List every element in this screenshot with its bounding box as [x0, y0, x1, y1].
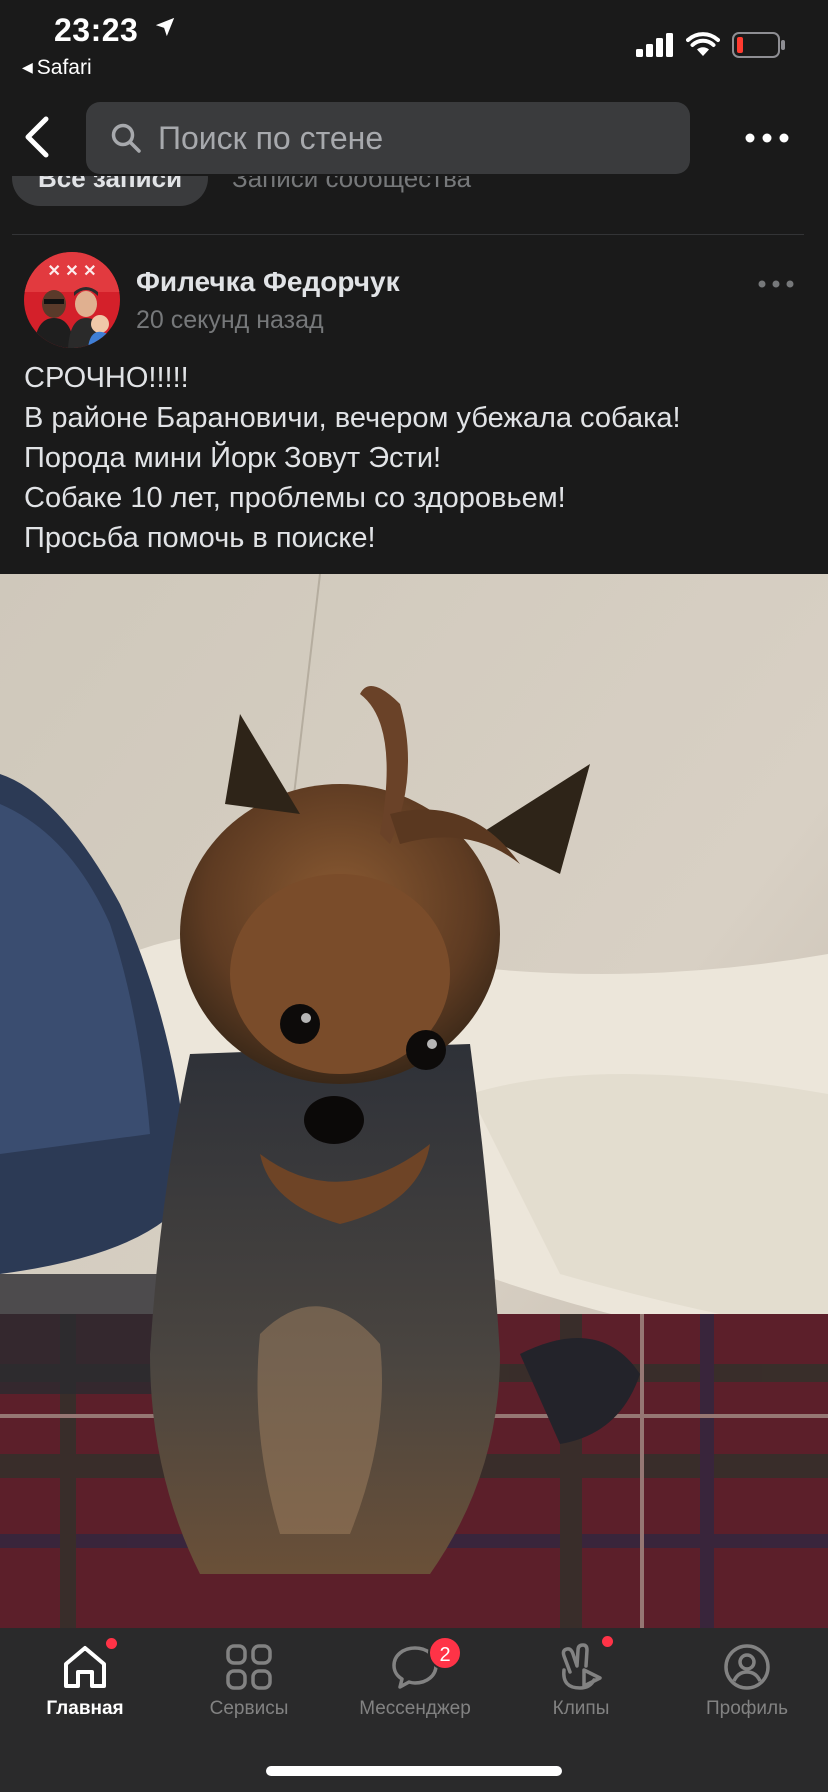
avatar-photo: ✕ ✕ ✕: [24, 252, 120, 348]
author-avatar[interactable]: ✕ ✕ ✕: [24, 252, 120, 348]
post-author-name[interactable]: Филечка Федорчук: [136, 266, 400, 298]
tab-profile[interactable]: Профиль: [664, 1628, 828, 1748]
back-app-label: Safari: [36, 56, 92, 79]
wall-search-box[interactable]: [86, 102, 690, 174]
clips-notification-dot: [602, 1636, 613, 1647]
clock: 23:23: [54, 12, 139, 48]
yorkshire-terrier-photo: [0, 574, 828, 1628]
location-arrow-icon: [155, 17, 175, 37]
back-chevron-icon[interactable]: [18, 114, 58, 160]
post-text-line: СРОЧНО!!!!!: [24, 362, 189, 394]
tab-home-label: Главная: [46, 1698, 124, 1719]
post-text-line: В районе Барановичи, вечером убежала соб…: [24, 402, 681, 434]
tab-services-label: Сервисы: [209, 1698, 289, 1719]
wifi-icon: [686, 32, 720, 56]
tab-home[interactable]: Главная: [2, 1628, 168, 1748]
post-timestamp: 20 секунд назад: [136, 306, 324, 334]
more-options-icon[interactable]: [742, 126, 792, 150]
post-menu-icon[interactable]: [756, 276, 796, 292]
profile-icon: [724, 1644, 770, 1690]
post-text-line: Просьба помочь в поиске!: [24, 522, 376, 554]
post-photo[interactable]: [0, 574, 828, 1628]
filter-community-posts[interactable]: Записи сообщества: [232, 176, 471, 206]
back-triangle-icon: ◀: [22, 59, 33, 75]
tab-services[interactable]: Сервисы: [166, 1628, 332, 1748]
back-to-safari-link[interactable]: ◀ Safari: [22, 56, 92, 80]
home-icon: [64, 1646, 106, 1688]
messenger-unread-badge: 2: [428, 1636, 462, 1670]
tab-messenger-label: Мессенджер: [359, 1698, 471, 1719]
wall-filter-chips: Все записи Записи сообщества: [0, 176, 828, 220]
status-bar: 23:23 ◀ Safari: [0, 0, 828, 84]
services-icon: [226, 1644, 272, 1690]
tab-profile-label: Профиль: [705, 1698, 789, 1719]
home-notification-dot: [106, 1638, 117, 1649]
clips-icon: [561, 1643, 602, 1690]
battery-low-icon: [732, 32, 785, 58]
home-indicator[interactable]: [266, 1766, 562, 1776]
post-text-line: Собаке 10 лет, проблемы со здоровьем!: [24, 482, 566, 514]
post-text: СРОЧНО!!!!! В районе Барановичи, вечером…: [24, 358, 814, 558]
wall-search-input[interactable]: [158, 102, 658, 174]
cellular-signal-icon: [636, 33, 673, 57]
svg-text:✕ ✕ ✕: ✕ ✕ ✕: [47, 263, 96, 280]
tab-messenger[interactable]: 2 Мессенджер: [332, 1628, 498, 1748]
wall-search-header: [0, 90, 828, 190]
tab-clips[interactable]: Клипы: [498, 1628, 664, 1748]
search-icon: [111, 123, 141, 153]
tab-clips-label: Клипы: [552, 1698, 610, 1719]
filter-all-posts[interactable]: Все записи: [12, 176, 209, 206]
post-text-line: Порода мини Йорк Зовут Эсти!: [24, 442, 442, 474]
divider: [12, 234, 804, 235]
